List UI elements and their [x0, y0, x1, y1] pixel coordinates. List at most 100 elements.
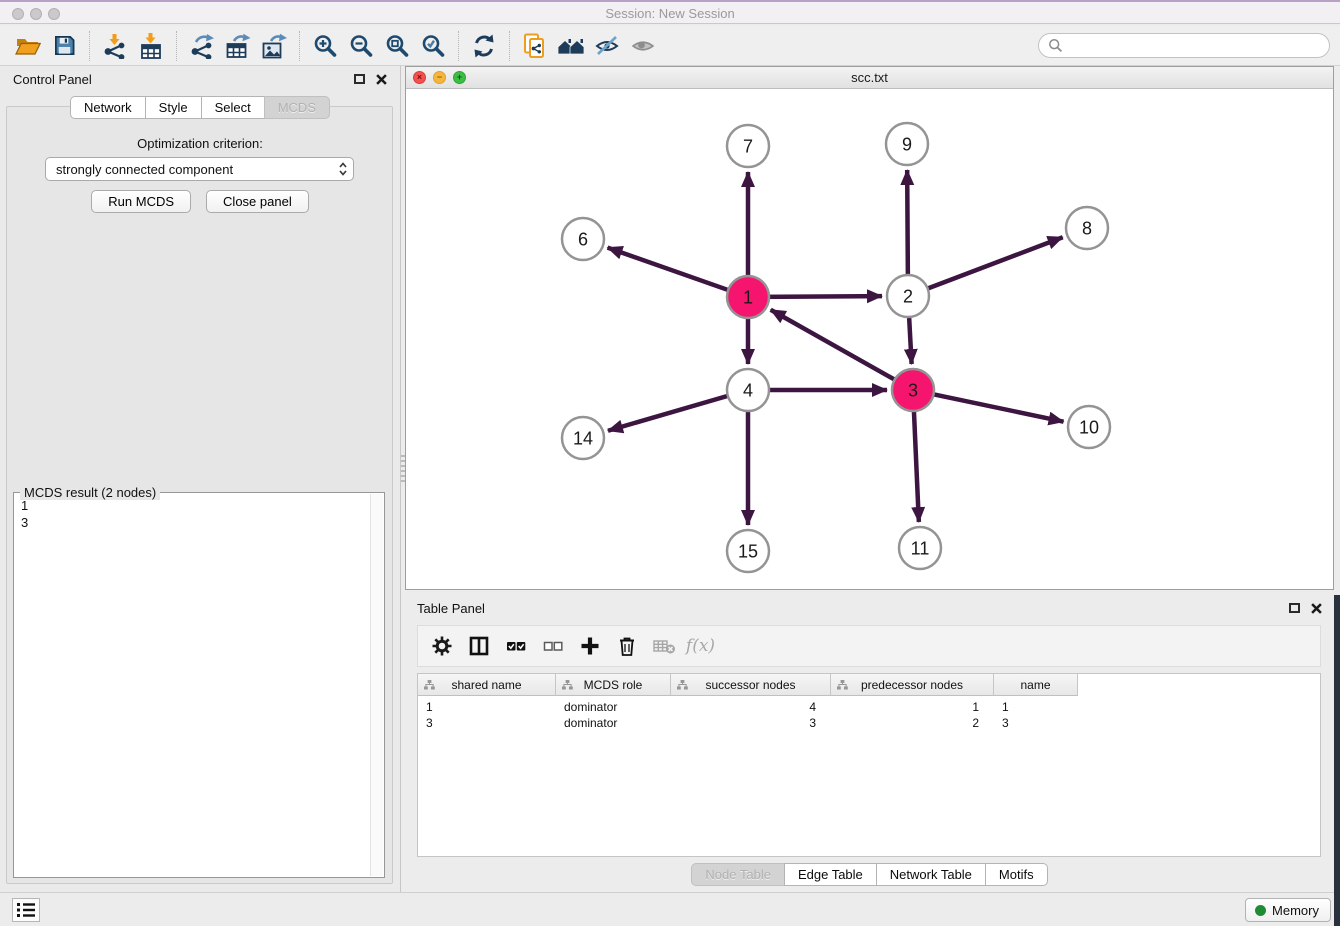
fit-content-icon — [384, 33, 410, 59]
export-network-icon — [189, 33, 215, 59]
mcds-result-text[interactable]: 1 3 — [21, 497, 28, 531]
function-builder-button[interactable]: f(x) — [686, 632, 715, 661]
zoom-selected-icon — [420, 33, 446, 59]
tab-edge-table[interactable]: Edge Table — [784, 863, 877, 886]
run-mcds-button[interactable]: Run MCDS — [91, 190, 191, 213]
create-column-button[interactable] — [575, 632, 604, 661]
table-row[interactable]: 3dominator323 — [418, 715, 1320, 731]
column-header-predecessor-nodes[interactable]: predecessor nodes — [831, 674, 994, 696]
node-table[interactable]: shared nameMCDS rolesuccessor nodesprede… — [417, 673, 1321, 857]
close-table-panel-icon[interactable] — [1311, 603, 1322, 614]
toolbar-separator — [458, 31, 459, 61]
node-2[interactable]: 2 — [887, 275, 929, 317]
edge-1-2[interactable] — [761, 296, 882, 297]
node-3[interactable]: 3 — [892, 369, 934, 411]
edge-3-1[interactable] — [771, 310, 902, 384]
import-network-button[interactable] — [97, 30, 133, 62]
show-column-button[interactable] — [464, 632, 493, 661]
node-10[interactable]: 10 — [1068, 406, 1110, 448]
zoom-selected-button[interactable] — [415, 30, 451, 62]
unselect-all-columns-button[interactable] — [538, 632, 567, 661]
svg-text:14: 14 — [573, 428, 593, 448]
node-15[interactable]: 15 — [727, 530, 769, 572]
control-panel-tabs: Network Style Select MCDS — [0, 96, 400, 119]
import-table-button[interactable] — [133, 30, 169, 62]
table-settings-button[interactable] — [427, 632, 456, 661]
fx-icon: f(x) — [686, 636, 715, 656]
column-header-MCDS-role[interactable]: MCDS role — [556, 674, 671, 696]
dropdown-stepper-icon — [338, 161, 348, 177]
close-panel-button[interactable]: Close panel — [206, 190, 309, 213]
node-9[interactable]: 9 — [886, 123, 928, 165]
column-header-name[interactable]: name — [994, 674, 1078, 696]
toolbar-separator — [509, 31, 510, 61]
tab-motifs[interactable]: Motifs — [985, 863, 1048, 886]
tab-mcds[interactable]: MCDS — [264, 96, 330, 119]
apply-layout-button[interactable] — [466, 30, 502, 62]
edge-1-6[interactable] — [608, 248, 736, 293]
network-canvas[interactable]: 7 9 6 8 1 2 4 3 14 10 15 11 — [406, 89, 1333, 589]
search-box[interactable] — [1038, 33, 1330, 58]
export-image-icon — [261, 33, 287, 59]
node-1[interactable]: 1 — [727, 276, 769, 318]
svg-text:8: 8 — [1082, 218, 1092, 238]
edge-4-14[interactable] — [608, 394, 736, 431]
float-panel-icon[interactable] — [354, 74, 365, 84]
select-all-columns-button[interactable] — [501, 632, 530, 661]
node-6[interactable]: 6 — [562, 218, 604, 260]
close-panel-icon[interactable] — [376, 74, 387, 85]
houses-icon — [557, 34, 585, 58]
fit-content-button[interactable] — [379, 30, 415, 62]
open-folder-icon — [15, 34, 41, 58]
panel-splitter-handle[interactable] — [401, 455, 405, 483]
table-cell: dominator — [556, 716, 671, 730]
status-bar: Memory — [0, 892, 1340, 926]
tab-node-table[interactable]: Node Table — [691, 863, 785, 886]
export-network-button[interactable] — [184, 30, 220, 62]
export-image-button[interactable] — [256, 30, 292, 62]
svg-text:11: 11 — [911, 538, 930, 558]
delete-table-button[interactable] — [649, 632, 678, 661]
columns-icon — [468, 635, 490, 657]
memory-button[interactable]: Memory — [1245, 898, 1331, 922]
column-header-successor-nodes[interactable]: successor nodes — [671, 674, 831, 696]
open-session-button[interactable] — [10, 30, 46, 62]
tab-network-table[interactable]: Network Table — [876, 863, 986, 886]
search-input[interactable] — [1068, 38, 1320, 53]
edge-3-11[interactable] — [914, 403, 919, 522]
task-history-button[interactable] — [12, 898, 40, 922]
svg-text:9: 9 — [902, 134, 912, 154]
node-4[interactable]: 4 — [727, 369, 769, 411]
table-row[interactable]: 1dominator411 — [418, 699, 1320, 715]
svg-text:4: 4 — [743, 380, 753, 400]
first-neighbors-button[interactable] — [553, 30, 589, 62]
hierarchy-icon — [424, 680, 435, 690]
tab-select[interactable]: Select — [201, 96, 265, 119]
table-cell: 1 — [831, 700, 994, 714]
zoom-out-button[interactable] — [343, 30, 379, 62]
hide-selected-button[interactable] — [589, 30, 625, 62]
criterion-dropdown[interactable]: strongly connected component — [45, 157, 354, 181]
node-7[interactable]: 7 — [727, 125, 769, 167]
node-11[interactable]: 11 — [899, 527, 941, 569]
column-header-shared-name[interactable]: shared name — [418, 674, 556, 696]
node-14[interactable]: 14 — [562, 417, 604, 459]
delete-columns-button[interactable] — [612, 632, 641, 661]
edge-3-10[interactable] — [926, 393, 1064, 422]
zoom-in-button[interactable] — [307, 30, 343, 62]
tab-network[interactable]: Network — [70, 96, 146, 119]
node-8[interactable]: 8 — [1066, 207, 1108, 249]
tab-style[interactable]: Style — [145, 96, 202, 119]
edge-2-8[interactable] — [920, 237, 1063, 291]
network-window-titlebar[interactable]: × − + scc.txt — [406, 67, 1333, 89]
eye-slash-icon — [594, 34, 620, 58]
network-snapshot-button[interactable] — [517, 30, 553, 62]
export-table-button[interactable] — [220, 30, 256, 62]
svg-text:6: 6 — [578, 229, 588, 249]
float-table-panel-icon[interactable] — [1289, 603, 1300, 613]
edge-2-9[interactable] — [907, 170, 908, 283]
show-all-button[interactable] — [625, 30, 661, 62]
result-scrollbar[interactable] — [370, 494, 383, 876]
save-session-button[interactable] — [46, 30, 82, 62]
svg-text:10: 10 — [1079, 417, 1099, 437]
